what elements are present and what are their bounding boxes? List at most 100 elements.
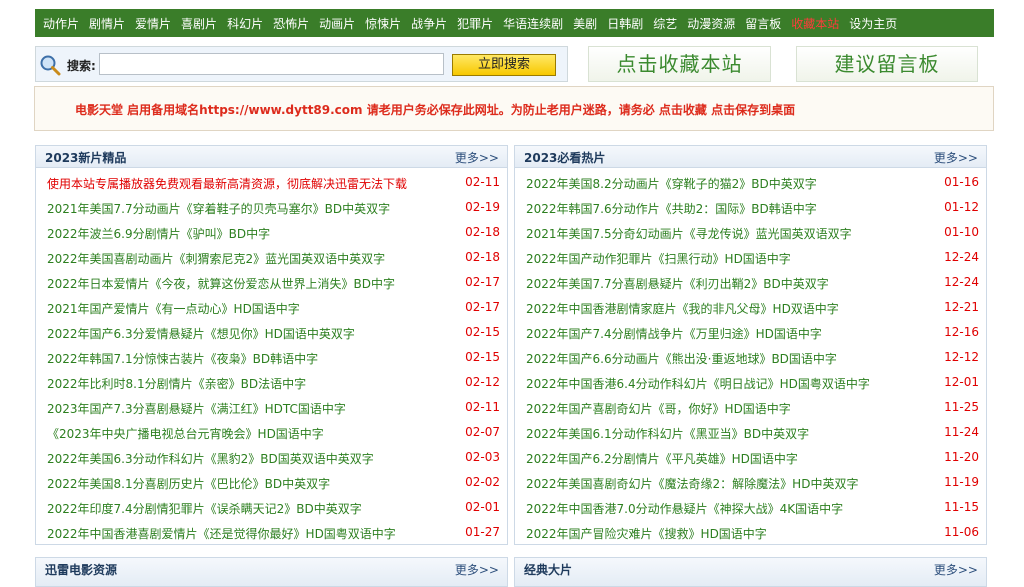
list-item: 2022年韩国7.6分动作片《共助2：国际》BD韩语中字 01-12 [515,195,986,220]
movie-date: 11-24 [944,425,979,439]
nav-item[interactable]: 动作片 [43,15,79,32]
list-item: 2021年国产爱情片《有一点动心》HD国语中字 02-17 [36,295,507,320]
movie-date: 02-07 [465,425,500,439]
movie-link[interactable]: 2022年国产喜剧奇幻片《哥，你好》HD国语中字 [526,400,791,417]
movie-date: 11-25 [944,400,979,414]
list-item: 2022年国产喜剧奇幻片《哥，你好》HD国语中字 11-25 [515,395,986,420]
movie-link[interactable]: 2022年中国香港6.4分动作科幻片《明日战记》HD国粤双语中字 [526,375,870,392]
nav-item[interactable]: 华语连续剧 [503,15,563,32]
new-releases-panel: 2023新片精品 更多>> 使用本站专属播放器免费观看最新高清资源，彻底解决迅雷… [35,145,508,545]
nav-item[interactable]: 收藏本站 [791,15,839,32]
list-item: 2022年中国香港喜剧爱情片《还是觉得你最好》HD国粤双语中字 01-27 [36,520,507,545]
movie-link[interactable]: 2022年美国喜剧动画片《刺猬索尼克2》蓝光国英双语中英双字 [47,250,385,267]
list-item: 2022年美国6.3分动作科幻片《黑豹2》BD国英双语中英双字 02-03 [36,445,507,470]
movie-link[interactable]: 2021年国产爱情片《有一点动心》HD国语中字 [47,300,300,317]
movie-date: 02-15 [465,350,500,364]
nav-item[interactable]: 动画片 [319,15,355,32]
movie-link[interactable]: 2022年印度7.4分剧情犯罪片《误杀瞒天记2》BD中英双字 [47,500,362,517]
more-link[interactable]: 更多>> [934,149,978,166]
search-input[interactable] [99,53,444,75]
movie-link[interactable]: 2022年国产7.4分剧情战争片《万里归途》HD国语中字 [526,325,822,342]
movie-link[interactable]: 2022年美国喜剧奇幻片《魔法奇缘2：解除魔法》HD中英双字 [526,475,858,492]
movie-link[interactable]: 2022年日本爱情片《今夜，就算这份爱恋从世界上消失》BD中字 [47,275,395,292]
movie-link[interactable]: 2022年美国8.2分动画片《穿靴子的猫2》BD中英双字 [526,175,817,192]
movie-link[interactable]: 2022年比利时8.1分剧情片《亲密》BD法语中字 [47,375,306,392]
list-item: 2022年中国香港6.4分动作科幻片《明日战记》HD国粤双语中字 12-01 [515,370,986,395]
nav-item[interactable]: 留言板 [745,15,781,32]
search-icon [40,55,61,76]
movie-link[interactable]: 2022年美国7.7分喜剧悬疑片《利刃出鞘2》BD中英双字 [526,275,829,292]
movie-link[interactable]: 2022年国产动作犯罪片《扫黑行动》HD国语中字 [526,250,791,267]
movie-link[interactable]: 2022年国产6.2分剧情片《平凡英雄》HD国语中字 [526,450,798,467]
movie-link[interactable]: 《2023年中央广播电视总台元宵晚会》HD国语中字 [47,425,324,442]
movie-link[interactable]: 2021年美国7.5分奇幻动画片《寻龙传说》蓝光国英双语双字 [526,225,852,242]
panel-title: 2023必看热片 [524,151,606,165]
search-box: 搜索: 立即搜索 [35,46,568,82]
movie-date: 02-17 [465,275,500,289]
movie-date: 12-24 [944,250,979,264]
movie-link[interactable]: 2022年波兰6.9分剧情片《驴叫》BD中字 [47,225,270,242]
movie-date: 11-06 [944,525,979,539]
search-button[interactable]: 立即搜索 [452,54,556,76]
movie-date: 11-15 [944,500,979,514]
message-board-button[interactable]: 建议留言板 [796,46,978,82]
nav-item[interactable]: 设为主页 [849,15,897,32]
movie-date: 02-19 [465,200,500,214]
nav-item[interactable]: 剧情片 [89,15,125,32]
movie-link[interactable]: 2022年国产6.6分动画片《熊出没·重返地球》BD国语中字 [526,350,837,367]
nav-item[interactable]: 战争片 [411,15,447,32]
movie-link[interactable]: 2021年美国7.7分动画片《穿着鞋子的贝壳马塞尔》BD中英双字 [47,200,390,217]
movie-link[interactable]: 2022年美国6.3分动作科幻片《黑豹2》BD国英双语中英双字 [47,450,374,467]
nav-item[interactable]: 惊悚片 [365,15,401,32]
list-item: 2022年波兰6.9分剧情片《驴叫》BD中字 02-18 [36,220,507,245]
movie-link[interactable]: 2022年美国8.1分喜剧历史片《巴比伦》BD中英双字 [47,475,330,492]
movie-link[interactable]: 2022年中国香港喜剧爱情片《还是觉得你最好》HD国粤双语中字 [47,525,396,542]
movie-date: 02-17 [465,300,500,314]
list-item: 2021年美国7.7分动画片《穿着鞋子的贝壳马塞尔》BD中英双字 02-19 [36,195,507,220]
movie-date: 12-24 [944,275,979,289]
movie-link[interactable]: 2022年中国香港剧情家庭片《我的非凡父母》HD双语中字 [526,300,839,317]
list-item: 2022年美国7.7分喜剧悬疑片《利刃出鞘2》BD中英双字 12-24 [515,270,986,295]
favorite-site-button[interactable]: 点击收藏本站 [588,46,771,82]
movie-link[interactable]: 2022年国产6.3分爱情悬疑片《想见你》HD国语中英双字 [47,325,355,342]
list-item: 2022年美国8.1分喜剧历史片《巴比伦》BD中英双字 02-02 [36,470,507,495]
movie-link[interactable]: 2023年国产7.3分喜剧悬疑片《满江红》HDTC国语中字 [47,400,346,417]
list-item: 2022年美国8.2分动画片《穿靴子的猫2》BD中英双字 01-16 [515,170,986,195]
search-label: 搜索: [67,59,96,73]
list-item: 2022年国产6.2分剧情片《平凡英雄》HD国语中字 11-20 [515,445,986,470]
movie-date: 02-18 [465,225,500,239]
list-item: 2022年中国香港7.0分动作悬疑片《神探大战》4K国语中字 11-15 [515,495,986,520]
more-link[interactable]: 更多>> [934,561,978,578]
movie-link[interactable]: 使用本站专属播放器免费观看最新高清资源，彻底解决迅雷无法下载 [47,175,407,192]
movie-link[interactable]: 2022年中国香港7.0分动作悬疑片《神探大战》4K国语中字 [526,500,843,517]
movie-link[interactable]: 2022年美国6.1分动作科幻片《黑亚当》BD中英双字 [526,425,809,442]
movie-date: 01-12 [944,200,979,214]
movie-date: 01-10 [944,225,979,239]
more-link[interactable]: 更多>> [455,561,499,578]
nav-item[interactable]: 美剧 [573,15,597,32]
nav-item[interactable]: 综艺 [653,15,677,32]
nav-item[interactable]: 科幻片 [227,15,263,32]
movie-date: 02-15 [465,325,500,339]
more-link[interactable]: 更多>> [455,149,499,166]
movie-date: 02-03 [465,450,500,464]
movie-date: 12-16 [944,325,979,339]
list-item: 2022年美国6.1分动作科幻片《黑亚当》BD中英双字 11-24 [515,420,986,445]
nav-item[interactable]: 爱情片 [135,15,171,32]
movie-date: 02-11 [465,400,500,414]
nav-item[interactable]: 喜剧片 [181,15,217,32]
nav-item[interactable]: 犯罪片 [457,15,493,32]
movie-date: 02-12 [465,375,500,389]
movie-link[interactable]: 2022年国产冒险灾难片《搜救》HD国语中字 [526,525,767,542]
nav-item[interactable]: 动漫资源 [687,15,735,32]
notice-bar: 电影天堂 启用备用域名https://www.dytt89.com 请老用户务必… [34,86,994,131]
list-item: 2021年美国7.5分奇幻动画片《寻龙传说》蓝光国英双语双字 01-10 [515,220,986,245]
nav-item[interactable]: 日韩剧 [607,15,643,32]
movie-date: 12-01 [944,375,979,389]
nav-item[interactable]: 恐怖片 [273,15,309,32]
movie-date: 12-12 [944,350,979,364]
movie-date: 01-27 [465,525,500,539]
movie-link[interactable]: 2022年韩国7.6分动作片《共助2：国际》BD韩语中字 [526,200,817,217]
movie-list: 2022年美国8.2分动画片《穿靴子的猫2》BD中英双字 01-16 2022年韩国… [515,170,986,545]
movie-link[interactable]: 2022年韩国7.1分惊悚古装片《夜枭》BD韩语中字 [47,350,318,367]
